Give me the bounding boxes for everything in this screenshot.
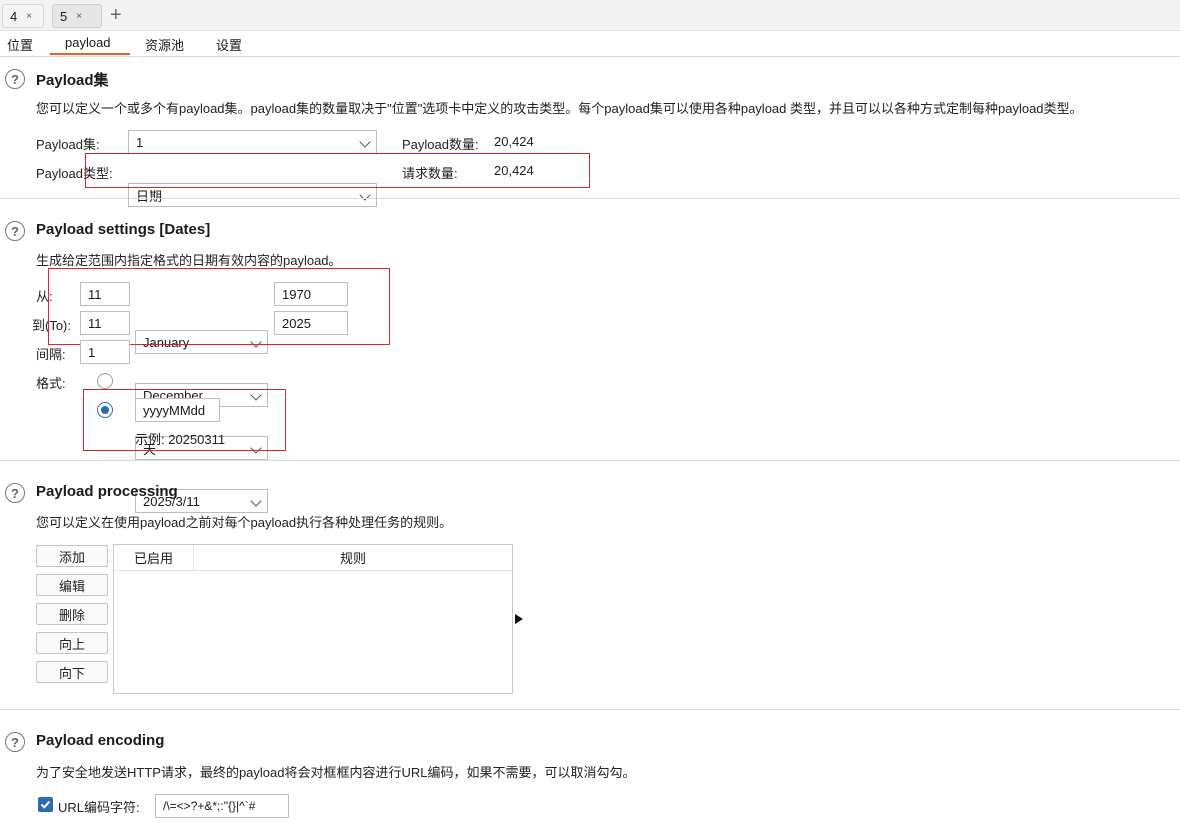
interval-label: 间隔:	[36, 347, 66, 362]
chevron-down-icon	[359, 136, 371, 148]
tab-settings[interactable]: 设置	[216, 35, 242, 54]
column-rule[interactable]: 规则	[194, 545, 512, 571]
highlight-box	[48, 268, 390, 345]
url-encode-label: URL编码字符:	[58, 800, 140, 815]
active-tab-indicator	[50, 53, 130, 55]
tab-positions[interactable]: 位置	[7, 35, 33, 54]
payload-set-value: 1	[136, 134, 144, 150]
edit-rule-button[interactable]: 编辑	[36, 574, 108, 596]
payload-type-value: 日期	[136, 188, 163, 204]
tab-label: 5	[60, 8, 68, 24]
section-title-payload-settings: Payload settings [Dates]	[36, 221, 211, 238]
format-label: 格式:	[36, 376, 66, 391]
section-divider	[0, 460, 1180, 461]
remove-rule-button[interactable]: 删除	[36, 603, 108, 625]
request-tab-5[interactable]: 5 ×	[52, 4, 102, 28]
column-enabled[interactable]: 已启用	[114, 545, 194, 571]
close-icon[interactable]: ×	[26, 11, 32, 22]
payload-count-label: Payload数量:	[402, 137, 479, 152]
url-encode-chars-input[interactable]: /\=<>?+&*;:"{}|^`#	[155, 794, 289, 818]
section-title-payload-encoding: Payload encoding	[36, 732, 165, 749]
payload-set-label: Payload集:	[36, 137, 100, 152]
highlight-box	[83, 389, 286, 451]
add-rule-button[interactable]: 添加	[36, 545, 108, 567]
help-icon[interactable]: ?	[5, 732, 25, 752]
section-title-payload-sets: Payload集	[36, 72, 109, 89]
help-icon[interactable]: ?	[5, 69, 25, 89]
help-icon[interactable]: ?	[5, 221, 25, 241]
section-description: 为了安全地发送HTTP请求，最终的payload将会对框框内容进行URL编码，如…	[36, 765, 636, 780]
tab-resource-pool[interactable]: 资源池	[145, 35, 184, 54]
move-up-button[interactable]: 向上	[36, 632, 108, 654]
tab-label: 4	[10, 8, 18, 24]
section-divider	[0, 198, 1180, 199]
request-tab-4[interactable]: 4 ×	[2, 4, 44, 28]
payload-set-select[interactable]: 1	[128, 130, 377, 154]
move-down-button[interactable]: 向下	[36, 661, 108, 683]
add-tab-icon[interactable]: +	[110, 4, 122, 26]
request-tab-strip	[0, 0, 1180, 31]
payload-count-value: 20,424	[494, 134, 534, 149]
section-divider	[0, 709, 1180, 710]
chevron-down-icon	[250, 495, 262, 507]
section-description: 您可以定义在使用payload之前对每个payload执行各种处理任务的规则。	[36, 515, 453, 530]
section-title-payload-processing: Payload processing	[36, 483, 178, 500]
close-icon[interactable]: ×	[76, 11, 82, 22]
highlight-box	[85, 153, 590, 188]
section-description: 生成给定范围内指定格式的日期有效内容的payload。	[36, 253, 342, 268]
expand-arrow-icon[interactable]	[515, 614, 523, 624]
format-preset-radio[interactable]	[97, 373, 113, 389]
processing-rules-table[interactable]: 已启用 规则	[113, 544, 513, 694]
section-description: 您可以定义一个或多个有payload集。payload集的数量取决于"位置"选项…	[36, 101, 1083, 116]
url-encode-checkbox[interactable]	[38, 797, 53, 812]
help-icon[interactable]: ?	[5, 483, 25, 503]
checkmark-icon	[40, 800, 51, 809]
tab-payloads[interactable]: payload	[65, 35, 111, 50]
interval-input[interactable]: 1	[80, 340, 130, 364]
